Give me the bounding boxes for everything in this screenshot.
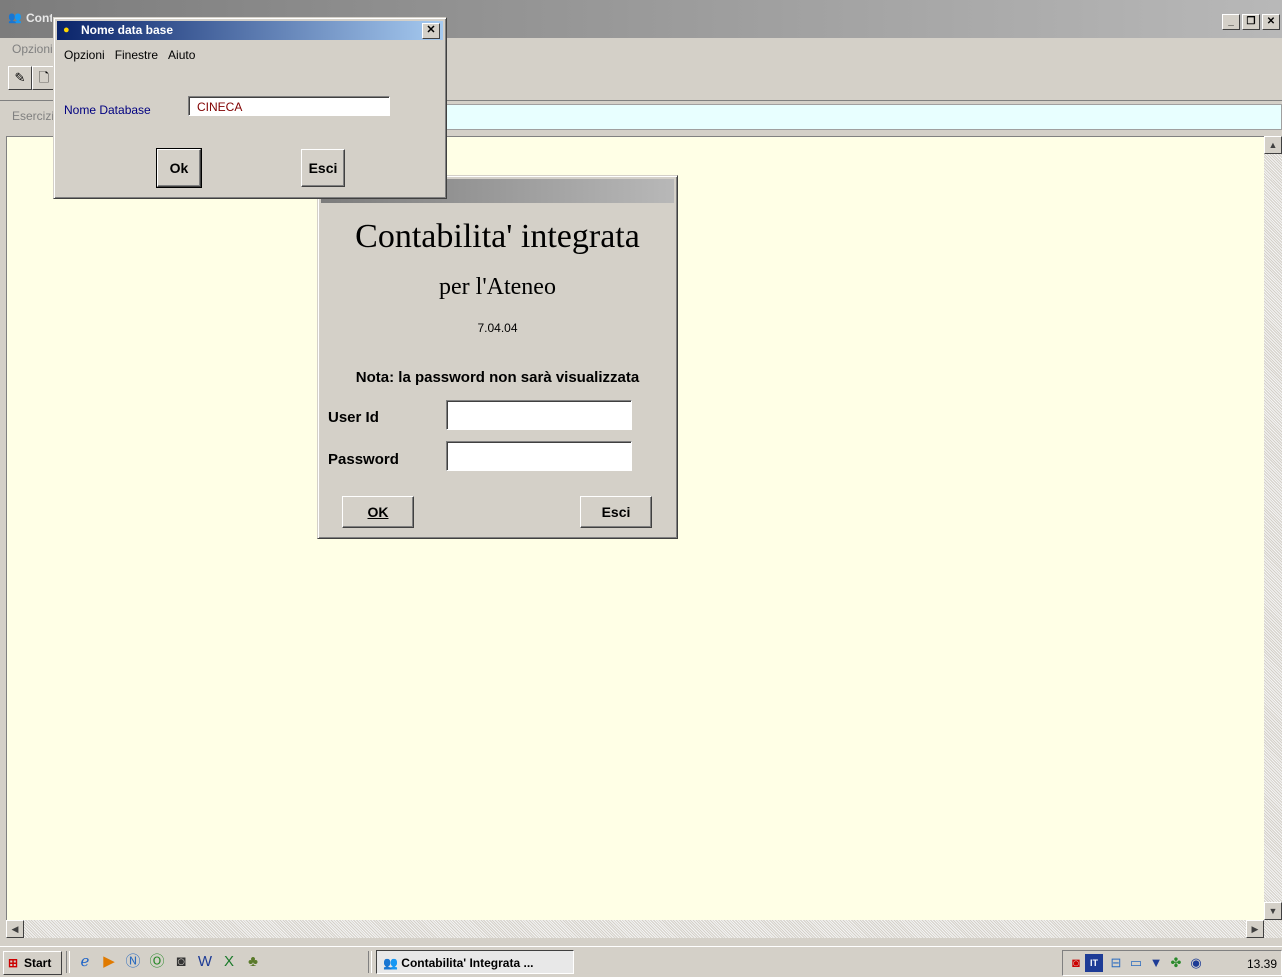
vertical-scrollbar[interactable]: ▲ ▼ [1264, 136, 1282, 938]
login-heading: Contabilita' integrata [355, 218, 640, 255]
password-input[interactable] [446, 441, 632, 471]
password-label: Password [328, 451, 399, 468]
horizontal-scrollbar[interactable]: ◀ ▶ [6, 920, 1264, 938]
security-icon[interactable]: ✤ [1167, 954, 1185, 972]
menu-aiuto[interactable]: Aiuto [168, 48, 195, 62]
taskbar-separator [66, 951, 70, 973]
version-label: 7.04.04 [477, 321, 518, 335]
userid-label: User Id [328, 409, 379, 426]
main-window-title: Contabilita' integrata [26, 11, 52, 25]
menu-opzioni[interactable]: Opzioni [12, 42, 53, 56]
database-ok-label: Ok [169, 160, 189, 176]
taskbar-app-label: Contabilita' Integrata ... [401, 956, 534, 970]
login-ok-label: OK [367, 504, 389, 520]
login-dialog: Contabilita' integrata per l'Ateneo 7.04… [317, 175, 678, 539]
login-exit-button[interactable]: Esci [580, 496, 652, 528]
netscape-icon[interactable]: Ⓝ [124, 953, 142, 971]
clock: 13.39 [1246, 957, 1277, 971]
login-exit-label: Esci [601, 504, 631, 520]
start-label: Start [24, 956, 52, 970]
restore-button[interactable]: ❐ [1242, 14, 1260, 30]
login-subheading: per l'Ateneo [439, 274, 556, 300]
database-name-dialog: ● Nome data base ✕ Opzioni Finestre Aiut… [53, 17, 447, 199]
scroll-right-icon[interactable]: ▶ [1246, 920, 1264, 938]
userid-input[interactable] [446, 400, 632, 430]
update-icon[interactable]: ◉ [1187, 954, 1205, 972]
database-dialog-menu: Opzioni Finestre Aiuto [64, 48, 195, 62]
windows-logo-icon: ⊞ [8, 956, 19, 970]
minimize-button[interactable]: _ [1222, 14, 1240, 30]
connect-tool-icon[interactable]: ✎ [8, 66, 32, 90]
close-button[interactable]: ✕ [1262, 14, 1280, 30]
menu-opzioni[interactable]: Opzioni [64, 48, 105, 62]
database-dialog-title-bar[interactable]: ● Nome data base ✕ [57, 21, 443, 40]
media-player-icon[interactable]: ▶ [100, 953, 118, 971]
network-icon[interactable]: ⊟ [1107, 954, 1125, 972]
outlook-icon[interactable]: Ⓞ [148, 953, 166, 971]
password-note: Nota: la password non sarà visualizzata [355, 369, 640, 386]
database-name-input[interactable]: CINECA [188, 96, 390, 116]
taskbar-separator [368, 951, 372, 973]
database-exit-button[interactable]: Esci [301, 149, 345, 187]
app-icon: 👥 [8, 12, 22, 24]
internet-explorer-icon[interactable]: ℯ [76, 953, 94, 971]
scroll-left-icon[interactable]: ◀ [6, 920, 24, 938]
excel-icon[interactable]: X [220, 953, 238, 971]
app-shortcut-icon[interactable]: ◙ [172, 953, 190, 971]
language-icon[interactable]: IT [1085, 954, 1103, 972]
scroll-down-icon[interactable]: ▼ [1264, 902, 1282, 920]
display-icon[interactable]: ▭ [1127, 954, 1145, 972]
database-ok-button[interactable]: Ok [156, 148, 202, 188]
system-tray: ◙ IT ⊟ ▭ ▼ ✤ ◉ 13.39 [1062, 950, 1282, 976]
antivirus-icon[interactable]: ▼ [1147, 954, 1165, 972]
database-dialog-title: Nome data base [81, 23, 174, 37]
dialog-app-icon: ● [63, 24, 70, 36]
close-icon[interactable]: ✕ [422, 23, 440, 39]
ati-icon[interactable]: ◙ [1067, 954, 1085, 972]
window-controls: _ ❐ ✕ [1222, 14, 1280, 30]
database-name-label: Nome Database [64, 103, 151, 117]
taskbar: ⊞ Start ℯ ▶ Ⓝ Ⓞ ◙ W X ♣ 👥 Contabilita' In… [0, 946, 1282, 977]
menu-finestre[interactable]: Finestre [115, 48, 158, 62]
info-field [440, 104, 1282, 130]
login-ok-button[interactable]: OK [342, 496, 414, 528]
start-button[interactable]: ⊞ Start [3, 951, 62, 975]
word-icon[interactable]: W [196, 953, 214, 971]
taskbar-app-button[interactable]: 👥 Contabilita' Integrata ... [376, 950, 574, 974]
taskbar-app-icon: 👥 [383, 956, 402, 970]
database-exit-label: Esci [308, 160, 338, 176]
scroll-up-icon[interactable]: ▲ [1264, 136, 1282, 154]
users-shortcut-icon[interactable]: ♣ [244, 953, 262, 971]
